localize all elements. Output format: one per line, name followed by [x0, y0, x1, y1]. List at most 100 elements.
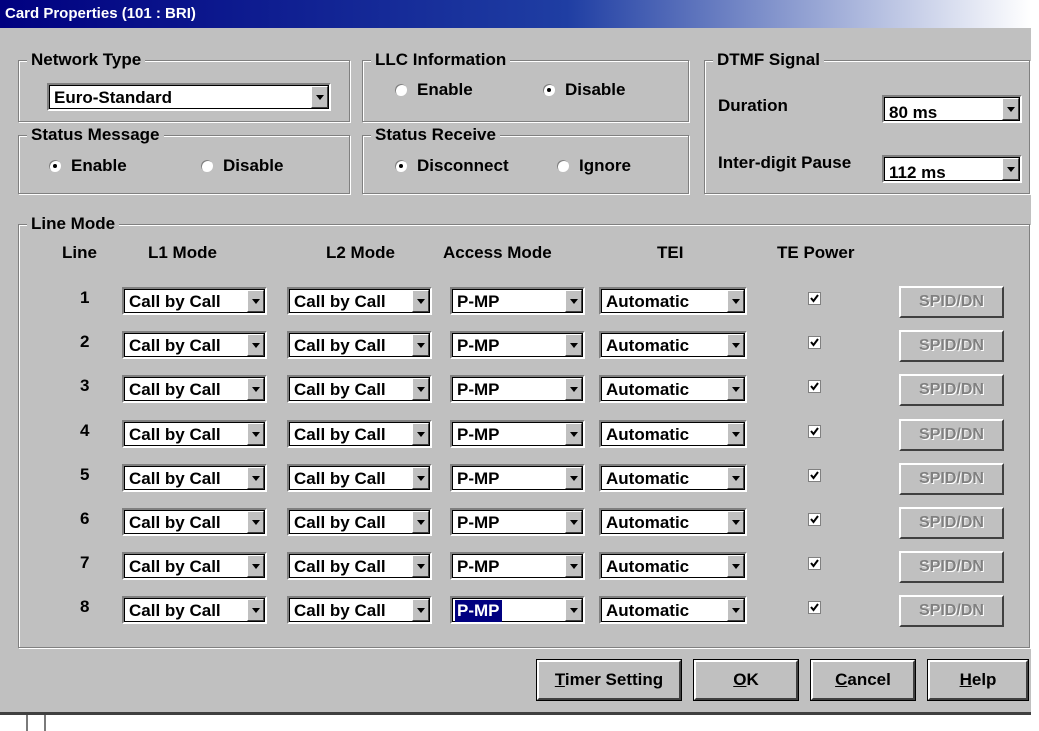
check-icon — [810, 559, 819, 568]
chevron-down-icon[interactable] — [247, 334, 264, 357]
chevron-down-icon[interactable] — [565, 290, 582, 312]
access-mode-select[interactable]: P-MP — [450, 508, 585, 536]
chevron-down-icon[interactable] — [247, 422, 264, 445]
te-power-checkbox[interactable] — [808, 468, 821, 482]
chevron-down-icon[interactable] — [247, 599, 264, 622]
chevron-down-icon[interactable] — [247, 378, 264, 401]
chevron-down-icon[interactable] — [412, 511, 429, 533]
l1-mode-select[interactable]: Call by Call — [122, 375, 267, 404]
llc-disable-radio[interactable]: Disable — [543, 79, 625, 101]
l2-mode-select[interactable]: Call by Call — [287, 508, 432, 536]
status-message-enable-radio[interactable]: Enable — [49, 155, 127, 177]
chevron-down-icon[interactable] — [727, 466, 744, 489]
chevron-down-icon[interactable] — [727, 334, 744, 357]
l2-mode-select[interactable]: Call by Call — [287, 596, 432, 625]
l1-mode-select[interactable]: Call by Call — [122, 596, 267, 625]
te-power-checkbox[interactable] — [808, 513, 821, 526]
tei-select[interactable]: Automatic — [599, 463, 747, 492]
status-receive-ignore-radio[interactable]: Ignore — [557, 155, 631, 177]
cancel-label: ancel — [847, 670, 891, 689]
spid-dn-button[interactable]: SPID/DN — [899, 595, 1004, 628]
tei-select[interactable]: Automatic — [599, 375, 747, 404]
te-power-checkbox[interactable] — [808, 557, 821, 571]
status-receive-disconnect-radio[interactable]: Disconnect — [395, 155, 509, 177]
l1-mode-select[interactable]: Call by Call — [122, 331, 267, 360]
chevron-down-icon[interactable] — [565, 466, 582, 489]
chevron-down-icon[interactable] — [247, 511, 264, 533]
chevron-down-icon[interactable] — [565, 555, 582, 578]
l2-mode-select[interactable]: Call by Call — [287, 552, 432, 581]
chevron-down-icon[interactable] — [727, 555, 744, 578]
tei-select[interactable]: Automatic — [599, 596, 747, 625]
access-mode-select[interactable]: P-MP — [450, 552, 585, 581]
chevron-down-icon[interactable] — [565, 378, 582, 401]
spid-dn-button[interactable]: SPID/DN — [899, 286, 1004, 318]
l1-mode-select[interactable]: Call by Call — [122, 463, 267, 492]
chevron-down-icon[interactable] — [727, 511, 744, 533]
tei-select[interactable]: Automatic — [599, 552, 747, 581]
chevron-down-icon[interactable] — [727, 378, 744, 401]
spid-dn-button[interactable]: SPID/DN — [899, 551, 1004, 584]
chevron-down-icon[interactable] — [727, 290, 744, 312]
chevron-down-icon[interactable] — [412, 599, 429, 622]
chevron-down-icon[interactable] — [247, 555, 264, 578]
spid-dn-button[interactable]: SPID/DN — [899, 462, 1004, 495]
chevron-down-icon[interactable] — [412, 334, 429, 357]
help-button[interactable]: Help — [927, 659, 1029, 701]
chevron-down-icon[interactable] — [1002, 98, 1019, 120]
chevron-down-icon[interactable] — [247, 466, 264, 489]
chevron-down-icon[interactable] — [412, 466, 429, 489]
chevron-down-icon[interactable] — [565, 334, 582, 357]
l1-mode-select[interactable]: Call by Call — [122, 287, 267, 315]
spid-dn-button[interactable]: SPID/DN — [899, 507, 1004, 539]
chevron-down-icon[interactable] — [311, 86, 328, 108]
te-power-checkbox[interactable] — [808, 336, 821, 350]
l2-mode-select-value: Call by Call — [294, 424, 386, 444]
te-power-checkbox[interactable] — [808, 380, 821, 394]
chevron-down-icon[interactable] — [565, 511, 582, 533]
chevron-down-icon[interactable] — [412, 422, 429, 445]
access-mode-select[interactable]: P-MP — [450, 419, 585, 448]
llc-enable-radio[interactable]: Enable — [395, 79, 473, 101]
access-mode-select[interactable]: P-MP — [450, 463, 585, 492]
chevron-down-icon[interactable] — [1002, 158, 1019, 180]
access-mode-select[interactable]: P-MP — [450, 375, 585, 404]
tei-select[interactable]: Automatic — [599, 331, 747, 360]
chevron-down-icon[interactable] — [727, 599, 744, 622]
l1-mode-select[interactable]: Call by Call — [122, 508, 267, 536]
access-mode-select[interactable]: P-MP — [450, 596, 585, 625]
spid-dn-button[interactable]: SPID/DN — [899, 418, 1004, 451]
l2-mode-select[interactable]: Call by Call — [287, 331, 432, 360]
access-mode-select[interactable]: P-MP — [450, 331, 585, 360]
chevron-down-icon[interactable] — [247, 290, 264, 312]
chevron-down-icon[interactable] — [727, 422, 744, 445]
chevron-down-icon[interactable] — [412, 555, 429, 578]
tei-select[interactable]: Automatic — [599, 287, 747, 315]
duration-select[interactable]: 80 ms — [882, 95, 1022, 123]
l2-mode-select[interactable]: Call by Call — [287, 375, 432, 404]
l2-mode-select[interactable]: Call by Call — [287, 287, 432, 315]
tei-select[interactable]: Automatic — [599, 419, 747, 448]
te-power-checkbox[interactable] — [808, 424, 821, 438]
spid-dn-button[interactable]: SPID/DN — [899, 330, 1004, 363]
network-type-select[interactable]: Euro-Standard — [47, 83, 331, 111]
status-receive-label: Status Receive — [371, 124, 500, 146]
tei-select[interactable]: Automatic — [599, 508, 747, 536]
status-message-disable-radio[interactable]: Disable — [201, 155, 283, 177]
chevron-down-icon[interactable] — [565, 599, 582, 622]
l1-mode-select[interactable]: Call by Call — [122, 552, 267, 581]
chevron-down-icon[interactable] — [412, 378, 429, 401]
l2-mode-select[interactable]: Call by Call — [287, 419, 432, 448]
inter-digit-pause-select[interactable]: 112 ms — [882, 155, 1022, 183]
l1-mode-select[interactable]: Call by Call — [122, 419, 267, 448]
timer-setting-button[interactable]: Timer Setting — [536, 659, 682, 701]
access-mode-select[interactable]: P-MP — [450, 287, 585, 315]
spid-dn-button[interactable]: SPID/DN — [899, 374, 1004, 407]
te-power-checkbox[interactable] — [808, 601, 821, 615]
te-power-checkbox[interactable] — [808, 292, 821, 305]
l2-mode-select[interactable]: Call by Call — [287, 463, 432, 492]
chevron-down-icon[interactable] — [412, 290, 429, 312]
cancel-button[interactable]: Cancel — [810, 659, 916, 701]
ok-button[interactable]: OK — [693, 659, 799, 701]
chevron-down-icon[interactable] — [565, 422, 582, 445]
